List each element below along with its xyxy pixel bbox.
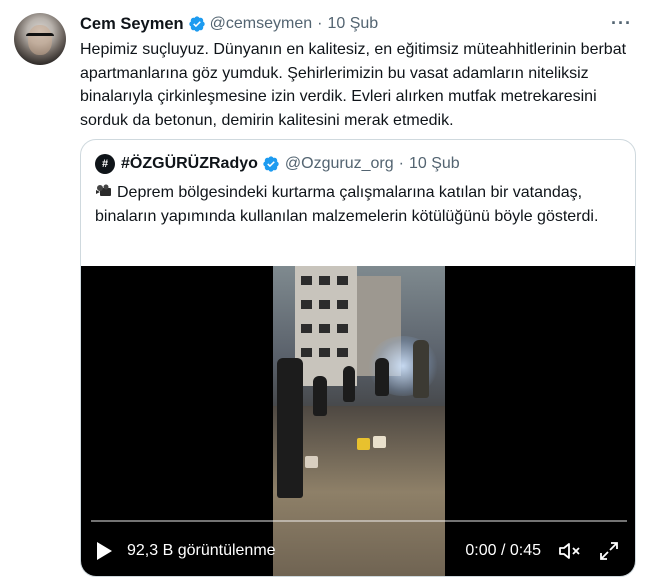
- tweet-date[interactable]: 10 Şub: [327, 15, 378, 33]
- quote-text-body: Deprem bölgesindeki kurtarma çalışmaları…: [95, 184, 599, 225]
- rescuer: [413, 340, 429, 398]
- separator: ·: [398, 155, 404, 172]
- mute-icon[interactable]: [559, 541, 581, 561]
- rescuer: [343, 366, 355, 402]
- bucket: [357, 438, 370, 450]
- author-name[interactable]: Cem Seymen: [80, 15, 184, 34]
- bucket: [373, 436, 386, 448]
- view-count: 92,3 B görüntülenme: [127, 542, 276, 559]
- video-controls: 92,3 B görüntülenme 0:00 / 0:45: [95, 538, 625, 564]
- quote-author-name[interactable]: #ÖZGÜRÜZRadyo: [121, 155, 258, 173]
- video-frame: [273, 266, 445, 576]
- quote-avatar[interactable]: #: [95, 154, 115, 174]
- author-handle[interactable]: @cemseymen: [210, 15, 313, 33]
- avatar-glasses: [26, 33, 54, 40]
- tweet-header: Cem Seymen @cemseymen · 10 Şub ···: [80, 13, 636, 35]
- fullscreen-icon[interactable]: [599, 541, 619, 561]
- quote-date[interactable]: 10 Şub: [409, 155, 460, 173]
- avatar-face: [28, 25, 52, 55]
- tweet[interactable]: Cem Seymen @cemseymen · 10 Şub ··· Hepim…: [0, 0, 650, 582]
- tweet-text: Hepimiz suçluyuz. Dünyanın en kalitesiz,…: [80, 41, 627, 129]
- quoted-tweet[interactable]: # #ÖZGÜRÜZRadyo @Ozguruz_org · 10 Şub De…: [80, 139, 636, 577]
- play-icon[interactable]: [95, 541, 113, 561]
- rescuer: [313, 376, 327, 416]
- verified-badge-icon: [263, 156, 279, 172]
- video-player[interactable]: 92,3 B görüntülenme 0:00 / 0:45: [81, 266, 635, 576]
- quote-header: # #ÖZGÜRÜZRadyo @Ozguruz_org · 10 Şub: [95, 153, 460, 175]
- quote-text: Deprem bölgesindeki kurtarma çalışmaları…: [95, 181, 625, 229]
- rescuer: [375, 358, 389, 396]
- separator: ·: [317, 15, 323, 32]
- camera-icon: [96, 184, 111, 196]
- quote-author-handle[interactable]: @Ozguruz_org: [285, 155, 394, 173]
- video-progress-bar[interactable]: [91, 520, 627, 522]
- video-time: 0:00 / 0:45: [465, 542, 541, 559]
- bucket: [305, 456, 318, 468]
- author-avatar[interactable]: [14, 13, 66, 65]
- more-icon[interactable]: ···: [611, 13, 632, 34]
- rescuer: [277, 358, 303, 498]
- verified-badge-icon: [188, 16, 205, 32]
